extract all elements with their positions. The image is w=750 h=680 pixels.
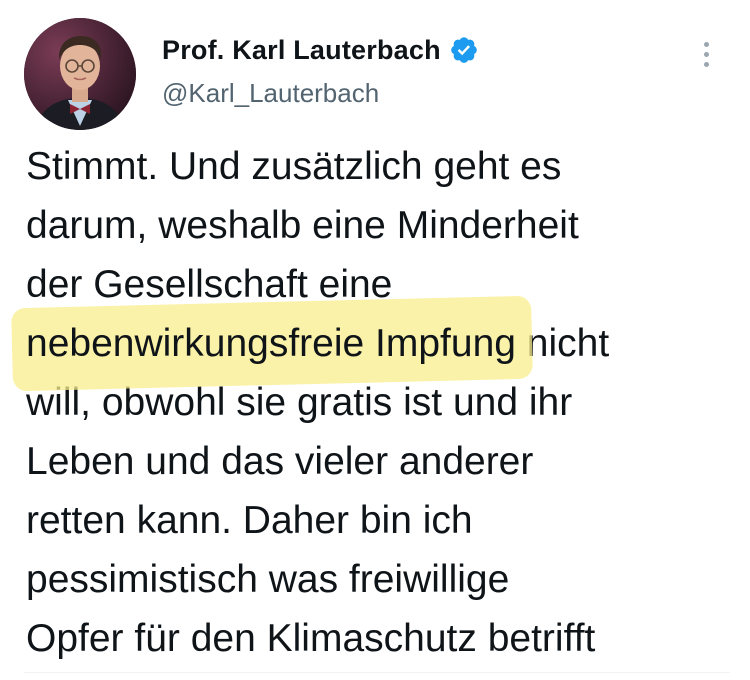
name-row: Prof. Karl Lauterbach: [162, 30, 479, 70]
highlighted-phrase: nebenwirkungsfreie Impfung: [26, 314, 516, 373]
tweet-card: Prof. Karl Lauterbach @Karl_Lauterbach S…: [0, 0, 750, 680]
display-name[interactable]: Prof. Karl Lauterbach: [162, 35, 441, 66]
tweet-line-6: Leben und das vieler anderer: [26, 440, 534, 483]
avatar[interactable]: [24, 18, 136, 130]
tweet-line-8: pessimistisch was freiwillige: [26, 558, 510, 601]
author-header: Prof. Karl Lauterbach @Karl_Lauterbach: [162, 30, 479, 109]
dot: [703, 61, 709, 67]
dot: [703, 41, 709, 47]
dot: [703, 51, 709, 57]
user-handle[interactable]: @Karl_Lauterbach: [162, 78, 479, 109]
tweet-line-9: Opfer für den Klimaschutz betrifft: [26, 617, 596, 660]
tweet-line-2: darum, weshalb eine Minderheit: [26, 204, 579, 247]
tweet-text: Stimmt. Und zusätzlich geht es darum, we…: [26, 137, 746, 668]
avatar-image: [24, 18, 136, 130]
verified-badge-icon: [449, 35, 479, 65]
tweet-line-4: nebenwirkungsfreie Impfung nicht: [26, 314, 746, 373]
tweet-line-7: retten kann. Daher bin ich: [26, 499, 473, 542]
divider: [24, 672, 730, 673]
tweet-line-1: Stimmt. Und zusätzlich geht es: [26, 145, 562, 188]
more-options-icon[interactable]: [692, 34, 720, 74]
